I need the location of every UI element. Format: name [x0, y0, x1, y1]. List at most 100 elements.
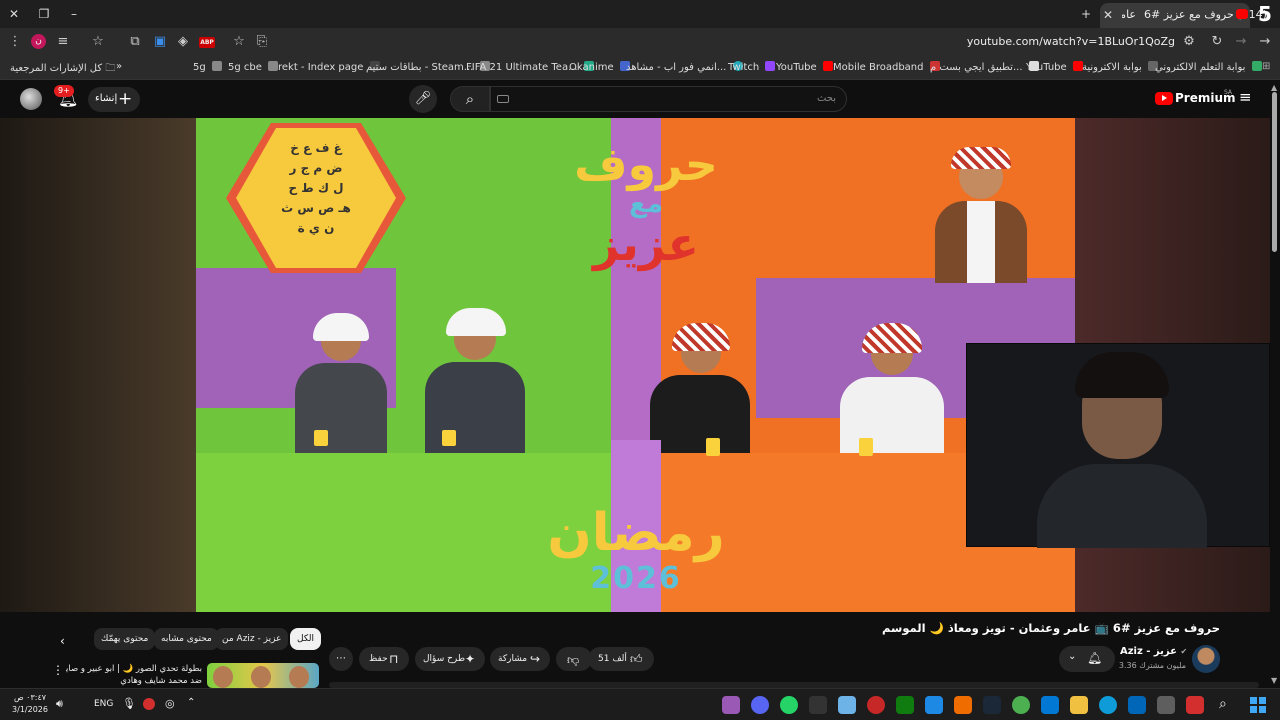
new-tab-icon[interactable]: + — [1076, 4, 1096, 24]
chip-similar[interactable]: محتوى مشابه — [154, 628, 219, 650]
bookmark-item[interactable]: Twitch — [728, 61, 776, 73]
ask-button[interactable]: ✦ طرح سؤال — [415, 647, 485, 671]
forward-icon[interactable]: → — [1232, 33, 1250, 51]
photos-icon[interactable] — [838, 696, 856, 714]
channel-avatar[interactable] — [1192, 645, 1220, 673]
steam-icon[interactable] — [983, 696, 1001, 714]
share-button[interactable]: ↪ مشاركة — [490, 647, 550, 671]
video-player[interactable]: غ ف ع خ ض م ج ر ل ك ط ح هـ ص س ث ن ي ة ح… — [0, 118, 1270, 612]
chip-all[interactable]: الكل — [290, 628, 322, 650]
search-input[interactable]: بحث — [490, 86, 847, 112]
bookmark-item[interactable]: Okanime — [569, 61, 630, 73]
board-letter: ة — [297, 221, 305, 235]
share-icon: ↪ — [530, 652, 541, 666]
like-count[interactable]: 51 ألف — [598, 647, 627, 671]
favorites-icon[interactable]: ☆ — [89, 33, 107, 51]
windows-start-icon[interactable] — [1250, 697, 1266, 713]
xbox-icon[interactable] — [896, 696, 914, 714]
rec-title[interactable]: بطولة تحدي الصور 🌙 | ابو عبير و صايح ضد … — [66, 663, 202, 687]
video-frame[interactable]: غ ف ع خ ض م ج ر ل ك ط ح هـ ص س ث ن ي ة ح… — [196, 118, 1075, 612]
bookmarks-overflow[interactable]: » — [116, 61, 122, 72]
bookmark-item[interactable]: انمي فور اب - مشاهد... — [626, 61, 743, 73]
extensions-icon[interactable]: ⧉ — [126, 33, 144, 51]
user-avatar[interactable] — [20, 88, 42, 110]
whatsapp-icon[interactable] — [780, 696, 798, 714]
search-taskbar-icon[interactable]: ⌕ — [1219, 696, 1227, 712]
like-icon[interactable]: 👍︎ — [630, 647, 643, 671]
minimize-window-icon[interactable]: – — [64, 4, 84, 24]
bookmark-item[interactable]: YouTube — [1026, 61, 1083, 73]
scroll-down-icon[interactable]: ▼ — [1271, 676, 1277, 685]
voice-search-icon[interactable]: 🎤︎ — [409, 85, 437, 113]
chip-for-you[interactable]: محتوى يهمّك — [94, 628, 156, 650]
sparkle-icon: ✦ — [465, 652, 476, 666]
channel-name[interactable]: Aziz - عزيز ✔ — [1120, 646, 1188, 657]
bookmark-item[interactable]: Mobile Broadband — [833, 61, 940, 73]
bookmark-item[interactable]: تطبيق ايجي بست م... — [930, 61, 1039, 73]
app-icon[interactable] — [925, 696, 943, 714]
tray-app-icon[interactable]: ◎ — [165, 697, 175, 710]
app-icon[interactable] — [867, 696, 885, 714]
tab-active[interactable]: ✕ عامر (214) حروف مع عزيز #6 — [1098, 3, 1267, 28]
tray-overflow-icon[interactable]: ⌃ — [187, 697, 195, 708]
rec-thumbnail[interactable] — [207, 663, 319, 688]
extension-blue-icon[interactable]: ▣ — [151, 33, 169, 51]
app-icon[interactable] — [1157, 696, 1175, 714]
board-letter: ف — [315, 141, 330, 155]
screen-share-icon[interactable]: ⎘ — [253, 33, 271, 51]
page-scrollbar[interactable] — [1272, 92, 1277, 252]
app-icon[interactable] — [954, 696, 972, 714]
discord-icon[interactable] — [751, 696, 769, 714]
youtube-logo-icon[interactable] — [1155, 92, 1173, 105]
bookmark-item[interactable]: 5g cbe — [228, 61, 279, 73]
address-bar[interactable]: youtube.com/watch?v=1BLuOr1QoZg — [870, 35, 1175, 48]
reading-list-icon[interactable]: ≡ — [54, 33, 72, 51]
board-letter: ر — [289, 161, 297, 175]
scroll-up-icon[interactable]: ▲ — [1271, 83, 1277, 92]
file-explorer-icon[interactable] — [1070, 696, 1088, 714]
bookmark-item[interactable]: 5g — [193, 61, 222, 73]
close-tab-icon[interactable]: ✕ — [1098, 5, 1118, 25]
all-bookmarks[interactable]: كل الإشارات المرجعية 🗀 — [10, 61, 115, 78]
adblock-icon[interactable]: ABP — [199, 37, 215, 48]
back-icon[interactable]: → — [1256, 33, 1274, 51]
store-icon[interactable] — [1128, 696, 1146, 714]
edge-icon[interactable] — [1099, 696, 1117, 714]
streamer-webcam — [966, 343, 1270, 548]
create-button[interactable]: + إنشاء — [88, 87, 140, 112]
bookmark-item[interactable]: rekt - Index page — [278, 61, 380, 73]
keyboard-icon[interactable] — [497, 95, 509, 103]
verified-icon: ✔ — [1180, 647, 1188, 656]
search-button[interactable]: ⌕ — [450, 86, 490, 112]
save-button[interactable]: ⊓ حفظ — [359, 647, 409, 671]
bookmark-item[interactable]: بوابة الاكترونية — [1082, 61, 1159, 73]
more-actions-icon[interactable]: ⋯ — [329, 647, 353, 671]
volume-icon[interactable]: 🔊︎ — [56, 697, 63, 711]
outlook-icon[interactable] — [1041, 696, 1059, 714]
app-icon[interactable] — [809, 696, 827, 714]
bookmark-star-icon[interactable]: ☆ — [230, 33, 248, 51]
reload-icon[interactable]: ↻ — [1208, 33, 1226, 51]
profile-avatar[interactable]: ن — [31, 34, 46, 49]
chip-from-channel[interactable]: من Aziz - عزيز — [215, 628, 289, 650]
clock[interactable]: ٠٣:٤٧ ص 3/1/2026 — [12, 692, 48, 716]
site-info-icon[interactable]: ⚙ — [1180, 33, 1198, 51]
rec-menu-icon[interactable]: ⋮ — [52, 663, 64, 677]
chevron-left-icon[interactable]: ‹ — [60, 634, 65, 648]
close-window-icon[interactable]: ✕ — [4, 4, 24, 24]
app-icon[interactable] — [1186, 696, 1204, 714]
menu-kebab-icon[interactable]: ⋮ — [6, 33, 24, 51]
recording-icon[interactable] — [143, 698, 155, 710]
chrome-icon[interactable] — [1012, 696, 1030, 714]
more-bookmarks-icon[interactable]: ⊞ — [1262, 61, 1270, 72]
dislike-button[interactable]: 👎︎ — [556, 647, 592, 671]
microphone-icon[interactable]: 🎙︎ — [122, 697, 136, 710]
bookmark-item[interactable]: YouTube — [776, 61, 833, 73]
subscribed-button[interactable]: 🔔︎ ⌄ — [1059, 646, 1115, 672]
app-icon[interactable] — [722, 696, 740, 714]
bookmark-item[interactable]: بوابة التعلم الالكتروني — [1155, 61, 1262, 73]
hamburger-menu-icon[interactable]: ≡ — [1239, 88, 1252, 106]
language-indicator[interactable]: ENG — [94, 699, 113, 709]
extension-grey-icon[interactable]: ◈ — [174, 33, 192, 51]
restore-window-icon[interactable]: ❐ — [34, 4, 54, 24]
